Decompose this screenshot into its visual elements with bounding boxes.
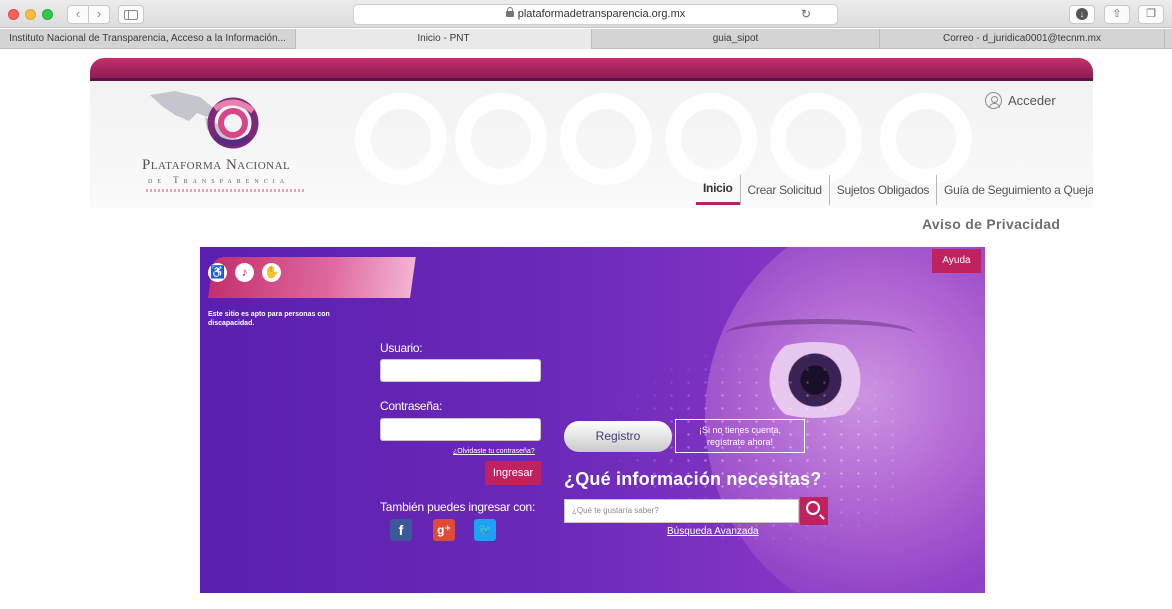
tab-inai[interactable]: Instituto Nacional de Transparencia, Acc… [0, 29, 296, 49]
registro-button[interactable]: Registro [564, 421, 672, 452]
chevron-left-icon: ‹ [75, 6, 81, 21]
tab-inicio-pnt[interactable]: Inicio - PNT [296, 29, 592, 49]
tab-bar: Instituto Nacional de Transparencia, Acc… [0, 29, 1172, 49]
logo-title: Plataforma Nacional [142, 157, 291, 173]
downloads-button[interactable]: ↓ [1069, 5, 1095, 24]
nav-crear-solicitud[interactable]: Crear Solicitud [739, 175, 829, 205]
google-plus-icon[interactable]: g⁺ [433, 519, 455, 541]
tabs-icon: ❐ [1146, 8, 1156, 20]
lock-icon [505, 7, 514, 17]
search-icon [806, 501, 820, 515]
background-swirl [455, 93, 547, 185]
background-swirl [880, 93, 972, 185]
forward-button[interactable]: › [88, 5, 110, 24]
forgot-password-link[interactable]: ¿Olvidaste tu contraseña? [453, 448, 535, 455]
tab-guia-sipot[interactable]: guia_sipot [592, 29, 880, 49]
logo-subtitle: de Transparencia [148, 175, 290, 185]
pnt-logo-icon [150, 91, 259, 149]
chevron-right-icon: › [96, 6, 102, 21]
facebook-icon[interactable]: f [390, 519, 412, 541]
busqueda-avanzada-link[interactable]: Búsqueda Avanzada [667, 526, 759, 537]
background-swirl [355, 93, 447, 185]
accessibility-icons: ♿ ♪ ✋ [208, 263, 281, 282]
logo-url-decoration [146, 189, 306, 192]
sidebar-toggle-button[interactable] [118, 5, 144, 24]
header-band [90, 58, 1093, 81]
contrasena-input[interactable] [380, 418, 541, 441]
signup-callout-line1: ¡Si no tienes cuenta, [698, 425, 782, 435]
acceder-label: Acceder [1008, 92, 1056, 108]
user-icon [985, 91, 1002, 109]
accessibility-text: Este sitio es apto para personas con dis… [208, 311, 330, 327]
tab-overview-button[interactable]: ❐ [1138, 5, 1164, 24]
usuario-input[interactable] [380, 359, 541, 382]
nav-guia-quejas[interactable]: Guía de Seguimiento a Quejas [936, 175, 1093, 205]
minimize-window-button[interactable] [25, 9, 36, 20]
wheelchair-icon[interactable]: ♿ [208, 263, 227, 282]
main-nav: Inicio Crear Solicitud Sujetos Obligados… [696, 175, 1093, 205]
acceder-link[interactable]: Acceder [985, 90, 1056, 110]
nav-inicio[interactable]: Inicio [696, 175, 740, 205]
share-icon: ⇧ [1112, 8, 1122, 20]
maximize-window-button[interactable] [42, 9, 53, 20]
ayuda-button[interactable]: Ayuda [932, 249, 981, 273]
url-text: plataformadetransparencia.org.mx [517, 8, 686, 20]
signup-callout[interactable]: ¡Si no tienes cuenta, regístrate ahora! [675, 419, 805, 453]
sidebar-icon [124, 10, 138, 20]
nav-sujetos-obligados[interactable]: Sujetos Obligados [828, 175, 936, 205]
hero-banner: ♿ ♪ ✋ Este sitio es apto para personas c… [200, 247, 985, 593]
search-button[interactable] [800, 497, 828, 525]
ingresar-button[interactable]: Ingresar [485, 461, 541, 485]
search-input[interactable]: ¿Qué te gustaría saber? [564, 499, 799, 523]
download-icon: ↓ [1076, 8, 1088, 20]
usuario-label: Usuario: [380, 341, 423, 355]
background-swirl [560, 93, 652, 185]
address-bar[interactable]: plataformadetransparencia.org.mx ↻ [353, 4, 838, 25]
social-login-label: También puedes ingresar con: [380, 500, 536, 514]
site-header: Plataforma Nacional de Transparencia Acc… [90, 81, 1093, 208]
share-button[interactable]: ⇧ [1104, 5, 1130, 24]
background-swirl [665, 93, 757, 185]
reload-icon[interactable]: ↻ [801, 5, 811, 24]
contrasena-label: Contraseña: [380, 399, 443, 413]
browser-toolbar: ‹ › plataformadetransparencia.org.mx ↻ ↓… [0, 0, 1172, 28]
aviso-privacidad-link[interactable]: Aviso de Privacidad [922, 216, 1060, 232]
hearing-icon[interactable]: ♪ [235, 263, 254, 282]
background-swirl [770, 93, 862, 185]
close-window-button[interactable] [8, 9, 19, 20]
search-heading: ¿Qué información necesitas? [564, 469, 822, 489]
tab-correo[interactable]: Correo - d_juridica0001@tecnm.mx [880, 29, 1165, 49]
signup-callout-line2: regístrate ahora! [706, 437, 774, 447]
twitter-icon[interactable]: 🐦 [474, 519, 496, 541]
back-button[interactable]: ‹ [67, 5, 89, 24]
sign-language-icon[interactable]: ✋ [262, 263, 281, 282]
